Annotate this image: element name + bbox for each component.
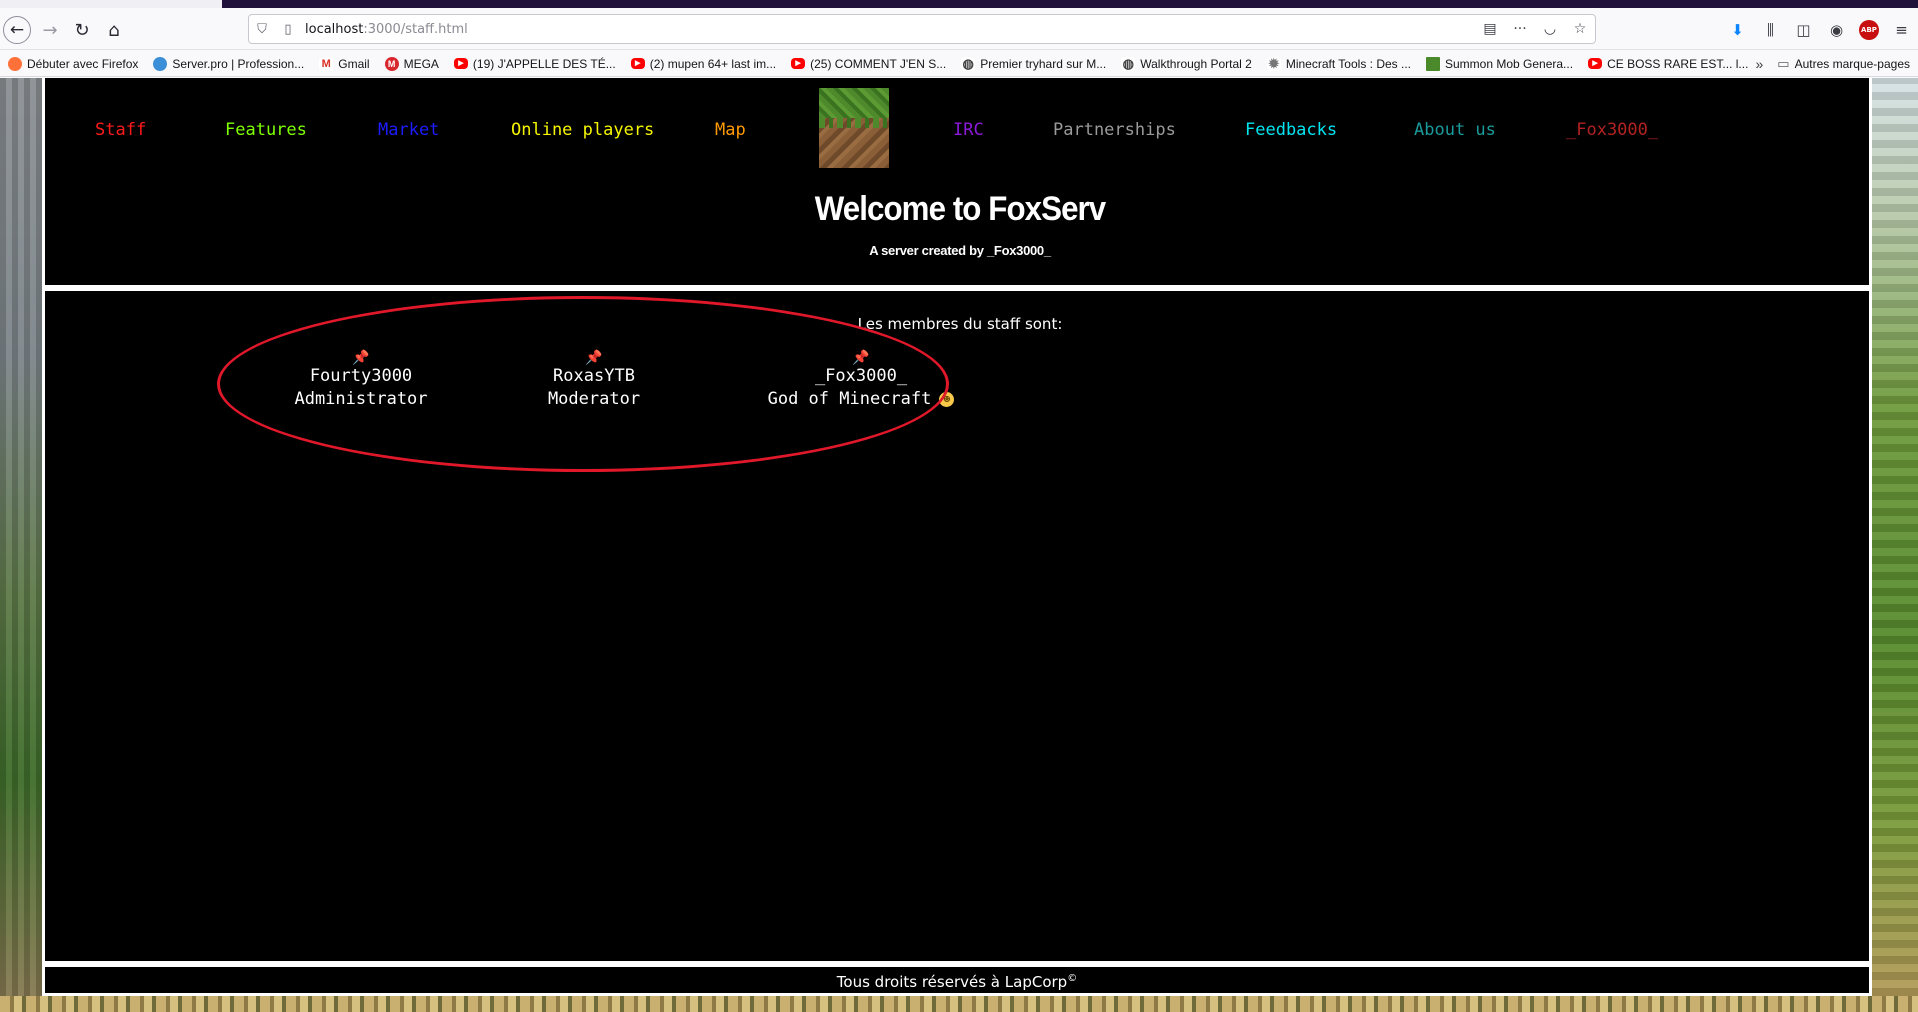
page-title: Welcome to FoxServ <box>814 190 1106 228</box>
bookmark-item[interactable]: ▶ (2) mupen 64+ last im... <box>630 57 776 71</box>
serverpro-icon <box>153 56 168 71</box>
bookmark-item[interactable]: Summon Mob Genera... <box>1426 56 1573 71</box>
window-top-strip <box>0 0 1918 8</box>
grass-block-logo[interactable] <box>819 88 889 168</box>
bookmark-item[interactable]: Débuter avec Firefox <box>8 56 138 71</box>
bookmark-item[interactable]: ▶ (25) COMMENT J'EN S... <box>791 57 946 71</box>
nav-irc[interactable]: IRC <box>953 120 984 140</box>
red-annotation-ellipse <box>217 296 949 472</box>
globe-icon: ◍ <box>961 55 976 71</box>
site-header: Staff Features Market Online players Map… <box>42 78 1872 288</box>
nav-features[interactable]: Features <box>225 120 307 140</box>
bookmark-item[interactable]: ▶ (19) J'APPELLE DES TÉ... <box>453 57 616 71</box>
site-container: Staff Features Market Online players Map… <box>42 78 1872 996</box>
background-image-right <box>1870 78 1918 1012</box>
gmail-icon: M <box>319 56 334 71</box>
copyright-symbol: © <box>1067 973 1078 984</box>
other-bookmarks[interactable]: Autres marque-pages <box>1795 57 1910 71</box>
tab-bar-area <box>222 0 1918 8</box>
url-bar[interactable]: ⛉ ▯ localhost:3000/staff.html ▤ ··· ◡ ☆ <box>248 14 1596 44</box>
shield-icon[interactable]: ⛉ <box>249 22 275 37</box>
folder-icon: ▭ <box>1777 56 1790 71</box>
pocket-icon[interactable]: ◡ <box>1535 21 1565 37</box>
bookmark-item[interactable]: M Gmail <box>319 56 370 71</box>
home-icon[interactable]: ⌂ <box>100 16 128 44</box>
bookmark-item[interactable]: M MEGA <box>384 56 439 71</box>
nav-online-players[interactable]: Online players <box>511 120 654 140</box>
staff-section: Les membres du staff sont: 📌 Fourty3000 … <box>42 288 1872 964</box>
reader-view-icon[interactable]: ▤ <box>1475 21 1505 37</box>
nav-about-us[interactable]: About us <box>1414 120 1496 140</box>
url-path[interactable]: :3000/staff.html <box>363 22 467 37</box>
bookmark-item[interactable]: ◍ Walkthrough Portal 2 <box>1121 55 1252 71</box>
site-footer: Tous droits réservés à LapCorp© <box>42 964 1872 996</box>
url-host[interactable]: localhost <box>305 22 363 37</box>
gear-icon: ✹ <box>1266 55 1281 71</box>
reload-icon[interactable]: ↻ <box>68 16 96 44</box>
nav-map[interactable]: Map <box>715 120 746 140</box>
page-icon: ▯ <box>284 21 292 37</box>
youtube-icon: ▶ <box>791 58 806 69</box>
bookmark-item[interactable]: ◍ Premier tryhard sur M... <box>961 55 1106 71</box>
nav-fox3000[interactable]: _Fox3000_ <box>1566 120 1658 140</box>
mega-icon: M <box>384 56 399 71</box>
youtube-icon: ▶ <box>1588 58 1603 69</box>
main-nav: Staff Features Market Online players Map… <box>45 78 1875 178</box>
nav-staff[interactable]: Staff <box>95 120 146 140</box>
chevron-more-icon[interactable]: » <box>1756 56 1764 72</box>
forward-arrow-icon[interactable]: → <box>36 16 64 44</box>
bookmark-item[interactable]: Server.pro | Profession... <box>153 56 304 71</box>
background-image-left <box>0 78 46 1012</box>
footer-text: Tous droits réservés à LapCorp <box>836 973 1068 991</box>
nav-market[interactable]: Market <box>378 120 439 140</box>
account-icon[interactable]: ◉ <box>1820 21 1853 39</box>
menu-icon[interactable]: ≡ <box>1885 21 1918 39</box>
library-icon[interactable]: ⫼ <box>1754 21 1787 39</box>
youtube-icon: ▶ <box>453 58 468 69</box>
globe-icon: ◍ <box>1121 55 1136 71</box>
background-image-bottom <box>0 996 1918 1012</box>
nav-partnerships[interactable]: Partnerships <box>1053 120 1176 140</box>
grass-block-side <box>819 118 889 168</box>
bookmark-item[interactable]: ▶ CE BOSS RARE EST... l... <box>1588 57 1748 71</box>
sidebar-icon[interactable]: ◫ <box>1787 21 1820 39</box>
nav-feedbacks[interactable]: Feedbacks <box>1245 120 1337 140</box>
grass-block-top <box>819 88 889 118</box>
adblock-icon[interactable]: ABP <box>1859 20 1879 40</box>
download-icon[interactable]: ⬇ <box>1721 21 1754 39</box>
youtube-icon: ▶ <box>630 58 645 69</box>
minecraft-icon <box>1426 56 1440 71</box>
page-viewport: Staff Features Market Online players Map… <box>0 78 1918 1012</box>
bookmark-star-icon[interactable]: ☆ <box>1565 21 1595 37</box>
page-subtitle: A server created by _Fox3000_ <box>869 243 1051 258</box>
bookmarks-bar: Débuter avec Firefox Server.pro | Profes… <box>0 51 1918 77</box>
browser-toolbar: ← → ↻ ⌂ ⛉ ▯ localhost:3000/staff.html ▤ … <box>0 8 1918 50</box>
bookmark-item[interactable]: ✹ Minecraft Tools : Des ... <box>1266 55 1411 71</box>
page-actions-icon[interactable]: ··· <box>1505 21 1535 37</box>
back-arrow-icon[interactable]: ← <box>3 16 31 44</box>
firefox-icon <box>8 56 22 71</box>
